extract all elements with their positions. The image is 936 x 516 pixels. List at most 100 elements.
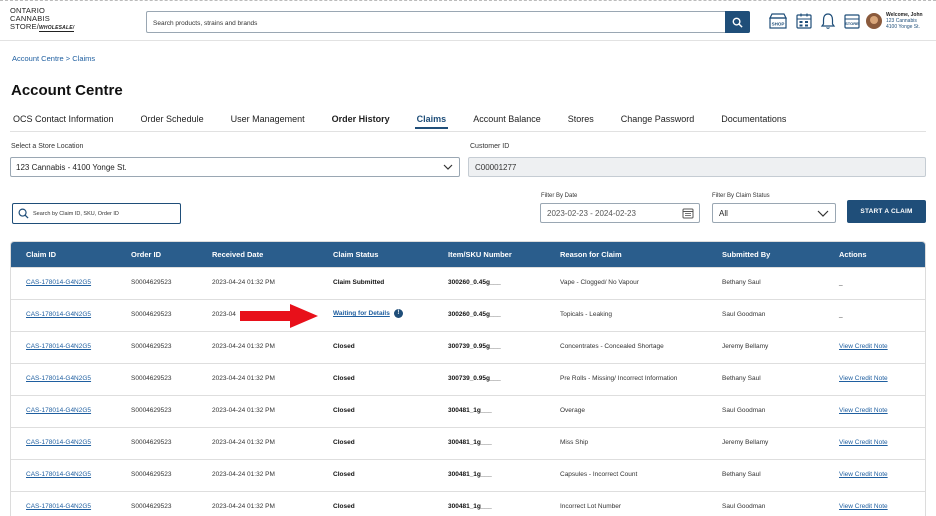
claim-id-link[interactable]: CAS-178014-G4N2G5 (26, 311, 91, 318)
store-location-label: Select a Store Location (11, 143, 84, 150)
filter-date-label: Filter By Date (541, 193, 578, 199)
column-header[interactable]: Order ID (131, 250, 161, 259)
claim-id-link[interactable]: CAS-178014-G4N2G5 (26, 343, 91, 350)
received-date: 2023-04-24 01:32 PM (212, 439, 275, 446)
tab-claims[interactable]: Claims (414, 114, 448, 130)
store-icon[interactable]: STORE (843, 11, 861, 31)
sku-number: 300739_0.95g___ (448, 343, 501, 350)
view-credit-note-link[interactable]: View Credit Note (839, 503, 888, 510)
order-id: S0004629523 (131, 439, 172, 446)
breadcrumb[interactable]: Account Centre > Claims (12, 54, 95, 63)
tab-change-password[interactable]: Change Password (621, 114, 695, 130)
column-header[interactable]: Item/SKU Number (448, 250, 512, 259)
submitted-by: Saul Goodman (722, 503, 766, 510)
action-placeholder: _ (839, 279, 843, 286)
tab-stores[interactable]: Stores (568, 114, 594, 130)
filter-status-label: Filter By Claim Status (712, 193, 770, 199)
submitted-by: Saul Goodman (722, 407, 766, 414)
column-header[interactable]: Received Date (212, 250, 263, 259)
received-date: 2023-04-24 01:32 PM (212, 503, 275, 510)
view-credit-note-link[interactable]: View Credit Note (839, 439, 888, 446)
chevron-down-icon (817, 210, 829, 217)
table-row: CAS-178014-G4N2G5 S0004629523 2023-04-24… (11, 267, 925, 299)
claim-status: Closed (333, 375, 355, 382)
claim-id-link[interactable]: CAS-178014-G4N2G5 (26, 503, 91, 510)
claim-status: Closed (333, 407, 355, 414)
column-header[interactable]: Actions (839, 250, 867, 259)
claim-search (12, 203, 181, 224)
claim-id-link[interactable]: CAS-178014-G4N2G5 (26, 471, 91, 478)
store-location-select[interactable]: 123 Cannabis - 4100 Yonge St. (10, 157, 460, 177)
waiting-for-details-link[interactable]: Waiting for Details (333, 310, 390, 317)
submitted-by: Jeremy Bellamy (722, 439, 769, 446)
column-header[interactable]: Reason for Claim (560, 250, 622, 259)
info-icon[interactable]: ! (393, 309, 403, 318)
claim-reason: Vape - Clogged/ No Vapour (560, 279, 639, 286)
order-form-icon[interactable] (795, 11, 813, 31)
claim-reason: Topicals - Leaking (560, 311, 613, 318)
start-a-claim-button[interactable]: START A CLAIM (847, 200, 926, 223)
view-credit-note-link[interactable]: View Credit Note (839, 407, 888, 414)
table-row: CAS-178014-G4N2G5 S0004629523 2023-04-24… (11, 331, 925, 363)
table-row: CAS-178014-G4N2G5 S0004629523 2023-04-24… (11, 363, 925, 395)
claim-search-input[interactable] (33, 207, 178, 221)
claim-status: Waiting for Details! (333, 309, 403, 318)
tab-order-schedule[interactable]: Order Schedule (141, 114, 204, 130)
avatar[interactable] (866, 13, 882, 29)
claim-status: Closed (333, 439, 355, 446)
user-welcome[interactable]: Welcome, John 123 Cannabis 4100 Yonge St… (886, 12, 923, 30)
claim-reason: Overage (560, 407, 585, 414)
account-tabs: OCS Contact Information Order Schedule U… (13, 114, 813, 130)
claim-reason: Miss Ship (560, 439, 589, 446)
tab-documentations[interactable]: Documentations (721, 114, 786, 130)
sku-number: 300481_1g___ (448, 503, 492, 510)
table-row: CAS-178014-G4N2G5 S0004629523 2023-04-24… (11, 395, 925, 427)
tabs-divider (10, 131, 926, 132)
tab-account-balance[interactable]: Account Balance (473, 114, 541, 130)
claim-id-link[interactable]: CAS-178014-G4N2G5 (26, 279, 91, 286)
received-date: 2023-04-24 01:32 PM (212, 375, 275, 382)
column-header[interactable]: Claim ID (26, 250, 56, 259)
svg-text:STORE: STORE (845, 21, 859, 26)
table-row: CAS-178014-G4N2G5 S0004629523 2023-04-24… (11, 459, 925, 491)
product-search-input[interactable] (147, 13, 723, 34)
search-button[interactable] (725, 11, 750, 33)
chevron-down-icon (443, 164, 453, 170)
date-range-field[interactable]: 2023-02-23 - 2024-02-23 (540, 203, 700, 223)
claim-id-link[interactable]: CAS-178014-G4N2G5 (26, 439, 91, 446)
calendar-icon[interactable] (682, 207, 694, 219)
sku-number: 300260_0.45g___ (448, 311, 501, 318)
table-row: CAS-178014-G4N2G5 S0004629523 2023-04 Wa… (11, 299, 925, 331)
claim-status: Closed (333, 503, 355, 510)
claim-status: Claim Submitted (333, 279, 385, 286)
submitted-by: Saul Goodman (722, 311, 766, 318)
sku-number: 300260_0.45g___ (448, 279, 501, 286)
claim-status-select[interactable]: All (712, 203, 836, 223)
tab-order-history[interactable]: Order History (332, 114, 390, 130)
order-id: S0004629523 (131, 279, 172, 286)
received-date: 2023-04-24 01:32 PM (212, 471, 275, 478)
claim-id-link[interactable]: CAS-178014-G4N2G5 (26, 375, 91, 382)
view-credit-note-link[interactable]: View Credit Note (839, 375, 888, 382)
claim-reason: Capsules - Incorrect Count (560, 471, 638, 478)
submitted-by: Bethany Saul (722, 471, 761, 478)
received-date: 2023-04-24 01:32 PM (212, 279, 275, 286)
bell-icon[interactable] (820, 11, 836, 31)
search-icon (18, 208, 29, 219)
ocs-logo[interactable]: ONTARIO CANNABIS STORE/WHOLESALE/ (10, 7, 75, 32)
shop-icon[interactable]: SHOP (767, 11, 789, 31)
order-id: S0004629523 (131, 471, 172, 478)
tab-ocs-contact-information[interactable]: OCS Contact Information (13, 114, 114, 130)
claim-id-link[interactable]: CAS-178014-G4N2G5 (26, 407, 91, 414)
order-id: S0004629523 (131, 503, 172, 510)
top-header: ONTARIO CANNABIS STORE/WHOLESALE/ SHOP S… (0, 0, 936, 41)
action-placeholder: _ (839, 311, 843, 318)
sku-number: 300739_0.95g___ (448, 375, 501, 382)
search-icon (732, 17, 743, 28)
tab-user-management[interactable]: User Management (231, 114, 305, 130)
column-header[interactable]: Submitted By (722, 250, 770, 259)
view-credit-note-link[interactable]: View Credit Note (839, 471, 888, 478)
column-header[interactable]: Claim Status (333, 250, 378, 259)
order-id: S0004629523 (131, 311, 172, 318)
view-credit-note-link[interactable]: View Credit Note (839, 343, 888, 350)
